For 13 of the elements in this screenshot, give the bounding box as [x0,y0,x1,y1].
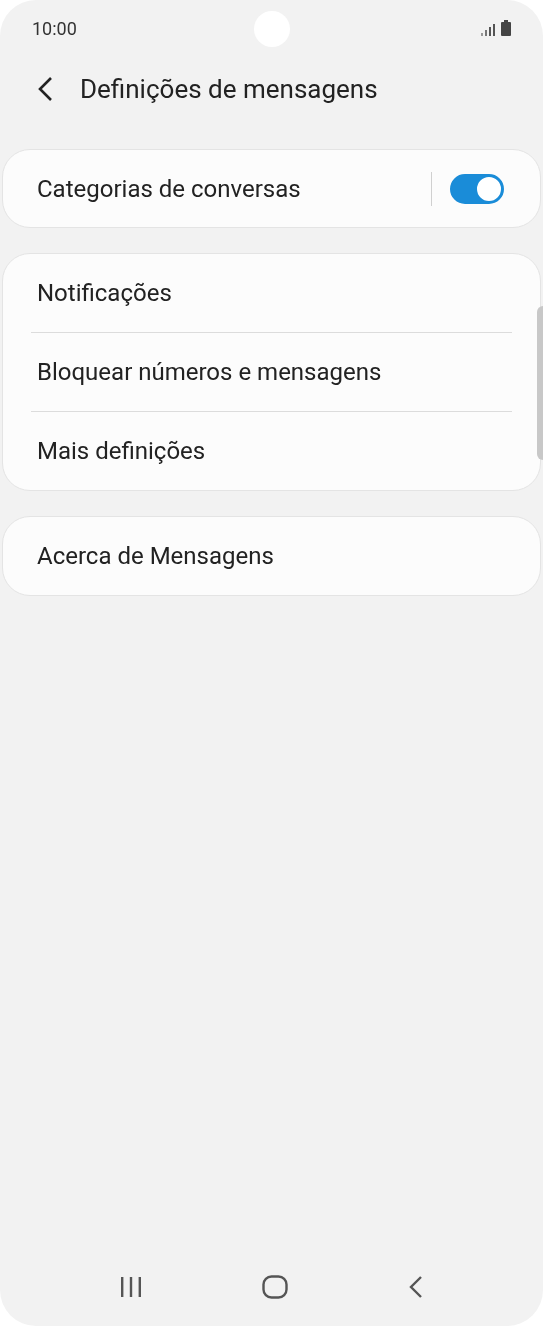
settings-item[interactable]: Notificações [31,254,512,332]
battery-icon [501,20,511,36]
recent-apps-icon[interactable] [120,1276,143,1298]
home-icon[interactable] [262,1275,289,1299]
toggle-switch[interactable] [450,173,504,204]
settings-item[interactable]: Acerca de Mensagens [31,517,512,595]
settings-item[interactable]: Mais definições [31,412,512,490]
back-icon[interactable] [408,1275,423,1299]
page-title: Definições de mensagens [80,72,378,106]
setting-label[interactable]: Categorias de conversas [37,170,301,207]
settings-item[interactable]: Bloquear números e mensagens [31,333,512,411]
status-time: 10:00 [32,16,77,41]
signal-icon [481,24,495,36]
